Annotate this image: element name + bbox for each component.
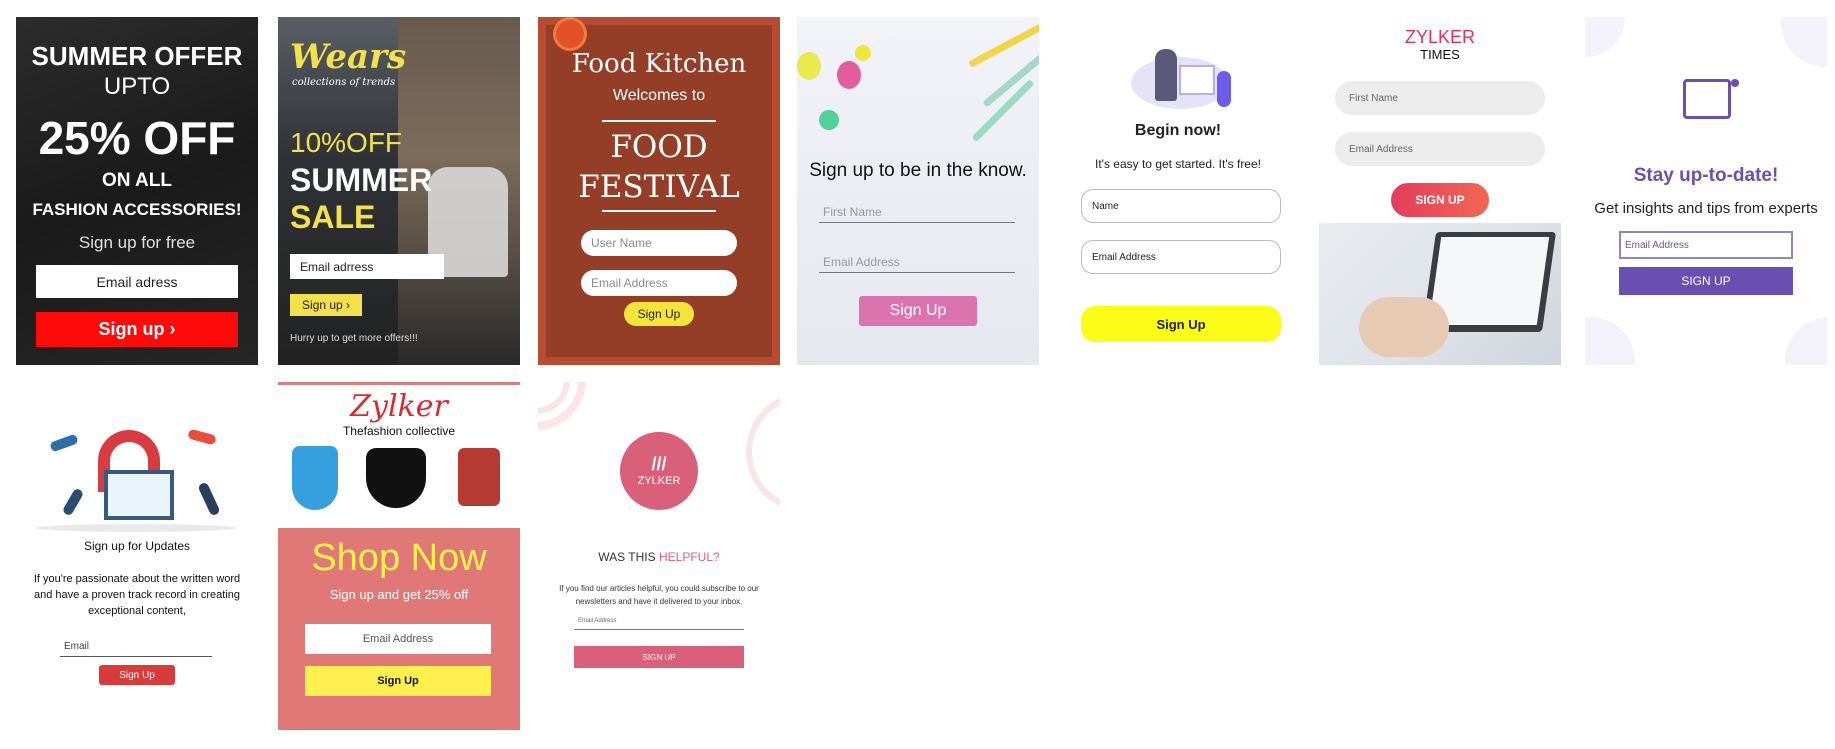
decor-arc	[746, 392, 780, 512]
heading-part-1: WAS THIS	[598, 550, 656, 564]
decor-circle	[1585, 17, 1625, 57]
heading: WAS THIS HELPFUL?	[538, 550, 780, 564]
laptop-screen	[1428, 237, 1550, 325]
subheading: Get insights and tips from experts	[1594, 200, 1818, 217]
zylker-logo-icon: ///	[651, 454, 667, 474]
email-input[interactable]: Email Address	[1081, 240, 1281, 274]
hurry-note: Hurry up to get more offers!!!	[290, 333, 418, 344]
know-signup-card: Sign up to be in the know. First Name Em…	[797, 17, 1039, 365]
logo-text: ZYLKER	[637, 475, 681, 487]
username-input[interactable]: User Name	[581, 230, 737, 256]
offer-title: SUMMER OFFER	[31, 41, 243, 71]
brand-subtitle: Thefashion collective	[342, 424, 456, 438]
notification-dot-icon	[1731, 79, 1739, 87]
eraser-icon	[855, 45, 871, 61]
begin-now-card: Begin now! It's easy to get started. It'…	[1057, 17, 1299, 365]
orange-icon	[553, 17, 587, 51]
signup-button[interactable]: Sign up ›	[36, 312, 238, 347]
signup-button[interactable]: SIGN UP	[1391, 183, 1489, 217]
event-title-1: FOOD	[610, 129, 708, 165]
decor-circle	[1781, 17, 1827, 67]
ground-shadow	[36, 524, 236, 532]
person-illustration	[1155, 49, 1177, 101]
brand-tagline: collections of trends	[292, 77, 396, 88]
signup-button[interactable]: Sign Up	[99, 665, 175, 685]
summer-offer-card: SUMMER OFFER UPTO 25% OFF ON ALL FASHION…	[16, 17, 258, 365]
email-input[interactable]: Email Address	[1335, 132, 1545, 166]
welcome-text: Welcomes to	[612, 87, 706, 104]
subheading: It's easy to get started. It's free!	[1095, 157, 1261, 171]
email-input[interactable]: Email adrress	[290, 254, 444, 279]
first-name-input[interactable]: First Name	[819, 201, 1015, 223]
offer-category: FASHION ACCESSORIES!	[32, 200, 242, 219]
first-name-input[interactable]: First Name	[1335, 81, 1545, 115]
person-icon	[197, 481, 221, 517]
subheading: Sign up and get 25% off	[329, 587, 469, 602]
brand-subname: TIMES	[1420, 47, 1460, 62]
email-input[interactable]: Email Address	[581, 270, 737, 296]
heading: Sign up to be in the know.	[809, 160, 1027, 181]
stay-updated-card: Stay up-to-date! Get insights and tips f…	[1585, 17, 1827, 365]
heading: Shop Now	[311, 537, 487, 579]
divider	[602, 120, 716, 122]
signup-free-text: Sign up for free	[78, 233, 196, 252]
eraser-icon	[797, 52, 821, 80]
heading: Sign up for Updates	[83, 539, 191, 553]
zylker-times-card: ZYLKER TIMES First Name Email Address SI…	[1319, 17, 1561, 365]
eraser-icon	[837, 61, 861, 89]
restaurant-title: Food Kitchen	[571, 49, 747, 79]
email-input[interactable]: Email	[60, 637, 212, 657]
offer-upto: UPTO	[103, 73, 171, 100]
offer-on-all: ON ALL	[101, 170, 172, 191]
email-input[interactable]: Email adress	[36, 265, 238, 298]
name-input[interactable]: Name	[1081, 189, 1281, 223]
brand-name: ZYLKER	[1404, 27, 1476, 47]
brand-logo: Zylker	[350, 389, 448, 424]
heading: Begin now!	[1134, 122, 1222, 139]
monitor-icon	[104, 470, 174, 520]
signup-button[interactable]: Sign Up	[859, 296, 977, 326]
top-border	[278, 382, 520, 385]
email-input[interactable]: Email Address	[305, 624, 491, 654]
heading: Stay up-to-date!	[1633, 165, 1779, 186]
offer-discount: 25% OFF	[38, 112, 236, 164]
body-text: If you're passionate about the written w…	[33, 573, 241, 617]
decor-circle	[1585, 317, 1635, 365]
decor-circle	[1785, 317, 1827, 365]
hand-graphic	[1359, 297, 1449, 357]
person-icon	[49, 433, 79, 453]
food-kitchen-card: Food Kitchen Welcomes to FOOD FESTIVAL U…	[538, 17, 780, 365]
promo-sale: SALE	[290, 199, 376, 235]
signup-button[interactable]: Sign Up	[305, 666, 491, 696]
plant-icon	[1217, 71, 1231, 107]
divider	[602, 210, 716, 212]
person-icon	[187, 428, 217, 446]
email-input[interactable]: Email Address	[1619, 231, 1793, 259]
blue-dress-image	[292, 446, 338, 510]
brand-logo: Wears	[290, 37, 407, 77]
wears-card: Wears collections of trends 10%OFF SUMME…	[278, 17, 520, 365]
promo-discount: 10%OFF	[290, 127, 403, 158]
helpful-card: /// ZYLKER WAS THIS HELPFUL? If you find…	[538, 382, 780, 730]
signup-button[interactable]: SIGN UP	[1619, 267, 1793, 295]
signup-button[interactable]: Sign Up	[1081, 306, 1281, 342]
event-title-2: FESTIVAL	[578, 169, 740, 205]
eraser-icon	[819, 110, 839, 130]
fashion-collective-card: Zylker Thefashion collective Shop Now Si…	[278, 382, 520, 730]
black-dress-image	[366, 448, 426, 508]
body-text: If you find our articles helpful, you co…	[559, 584, 759, 606]
email-input[interactable]: Email Address	[574, 612, 744, 630]
signup-button[interactable]: Sign Up	[624, 302, 694, 326]
email-input[interactable]: Email Address	[819, 251, 1015, 273]
updates-card: Sign up for Updates If you're passionate…	[16, 382, 258, 730]
promo-summer: SUMMER	[290, 162, 433, 198]
person-icon	[61, 487, 85, 517]
signup-button[interactable]: SIGN UP	[574, 646, 744, 668]
signup-button[interactable]: Sign up ›	[290, 294, 362, 316]
heading-part-2: HELPFUL?	[658, 550, 720, 564]
red-shirt-image	[458, 448, 500, 506]
document-icon	[1179, 65, 1215, 95]
envelope-icon	[1683, 79, 1731, 119]
